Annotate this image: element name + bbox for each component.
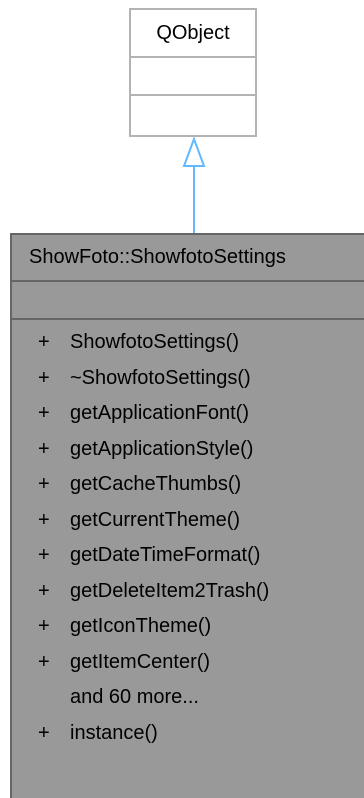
base-class-attributes: [131, 58, 255, 96]
inheritance-arrow-head: [182, 136, 206, 167]
class-diagram: QObject ShowFoto::ShowfotoSettings + Show…: [0, 0, 364, 798]
member-row[interactable]: + getCurrentTheme(): [12, 503, 364, 539]
base-class-box[interactable]: QObject: [129, 8, 257, 137]
member-name: ~ShowfotoSettings(): [70, 366, 251, 389]
member-row[interactable]: + getApplicationFont(): [12, 396, 364, 432]
base-class-methods: [131, 96, 255, 134]
base-class-name: QObject: [131, 10, 255, 58]
member-name: getApplicationStyle(): [70, 437, 254, 460]
member-row[interactable]: and 60 more...: [12, 680, 364, 716]
member-visibility: +: [38, 437, 50, 460]
member-visibility: +: [38, 650, 50, 673]
member-visibility: +: [38, 331, 50, 354]
member-name: getItemCenter(): [70, 650, 211, 673]
member-list: + ShowfotoSettings() + ~ShowfotoSettings() +…: [12, 320, 364, 751]
member-row[interactable]: + getApplicationStyle(): [12, 432, 364, 468]
member-name: getDateTimeFormat(): [70, 544, 261, 567]
member-name: getCacheThumbs(): [70, 473, 242, 496]
member-visibility: +: [38, 402, 50, 425]
member-visibility: +: [38, 544, 50, 567]
member-name: instance(): [70, 721, 158, 744]
member-row[interactable]: + getCacheThumbs(): [12, 467, 364, 503]
member-visibility: +: [38, 508, 50, 531]
member-row[interactable]: + getDateTimeFormat(): [12, 538, 364, 574]
member-name: getCurrentTheme(): [70, 508, 241, 531]
member-row[interactable]: + ~ShowfotoSettings(): [12, 361, 364, 397]
member-row[interactable]: + getDeleteItem2Trash(): [12, 574, 364, 610]
member-visibility: +: [38, 473, 50, 496]
member-row[interactable]: + instance(): [12, 716, 364, 752]
member-visibility: +: [38, 615, 50, 638]
member-name: getDeleteItem2Trash(): [70, 579, 270, 602]
member-row[interactable]: + ShowfotoSettings(): [12, 325, 364, 361]
member-visibility: +: [38, 366, 50, 389]
member-visibility: +: [38, 721, 50, 744]
member-name: ShowfotoSettings(): [70, 331, 239, 354]
derived-class-box[interactable]: ShowFoto::ShowfotoSettings + ShowfotoSett…: [10, 233, 364, 798]
derived-class-attributes: [12, 282, 364, 320]
member-name: and 60 more...: [70, 686, 199, 709]
member-name: getApplicationFont(): [70, 402, 249, 425]
member-row[interactable]: + getItemCenter(): [12, 645, 364, 681]
member-name: getIconTheme(): [70, 615, 212, 638]
member-visibility: +: [38, 579, 50, 602]
derived-class-name: ShowFoto::ShowfotoSettings: [12, 235, 364, 282]
member-row[interactable]: + getIconTheme(): [12, 609, 364, 645]
